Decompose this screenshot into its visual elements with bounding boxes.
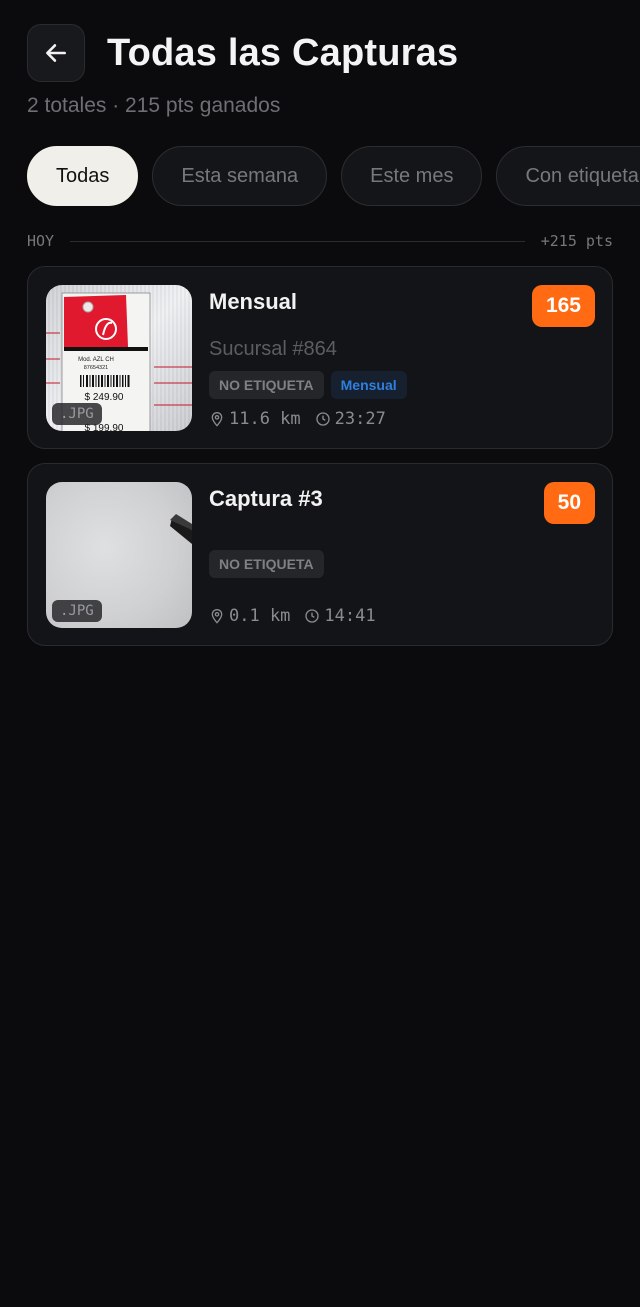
svg-text:$ 249.90: $ 249.90	[85, 392, 124, 403]
location-pin-icon	[209, 608, 225, 624]
tag-no-etiqueta: NO ETIQUETA	[209, 371, 324, 399]
filter-chip-todas[interactable]: Todas	[27, 146, 139, 206]
arrow-left-icon	[46, 44, 66, 62]
header: Todas las Capturas	[27, 24, 458, 82]
filter-chips: Todas Esta semana Este mes Con etiqueta	[27, 146, 640, 206]
section-divider	[70, 240, 525, 242]
capture-title: Mensual	[209, 289, 298, 314]
capture-distance: 0.1 km	[229, 606, 291, 626]
tag-mensual: Mensual	[330, 371, 407, 399]
points-badge: 165	[531, 285, 595, 327]
page-subtitle: 2 totales · 215 pts ganados	[27, 94, 281, 117]
capture-card[interactable]: .JPG Captura #3 50 NO ETIQUETA 0.1 km 14…	[27, 463, 613, 646]
clock-icon	[315, 411, 331, 427]
capture-thumbnail: Mod. AZL CH 87654321 $ 249.90 $ 199.90 .…	[46, 285, 192, 431]
capture-title: Captura #3	[209, 486, 323, 511]
filter-chip-esta-semana[interactable]: Esta semana	[152, 146, 328, 206]
capture-subtitle: Sucursal #864	[209, 338, 337, 360]
svg-text:Mod. AZL CH: Mod. AZL CH	[78, 357, 114, 363]
capture-time: 23:27	[334, 409, 386, 429]
file-type-badge: .JPG	[52, 403, 102, 425]
location-pin-icon	[209, 411, 225, 427]
tag-list: NO ETIQUETA	[209, 550, 324, 578]
filter-chip-con-etiqueta[interactable]: Con etiqueta	[496, 146, 640, 206]
page-title: Todas las Capturas	[107, 31, 459, 74]
capture-thumbnail: .JPG	[46, 482, 192, 628]
svg-text:87654321: 87654321	[84, 365, 108, 371]
filter-chip-este-mes[interactable]: Este mes	[341, 146, 483, 206]
section-header-hoy: HOY +215 pts	[27, 230, 613, 252]
capture-card[interactable]: Mod. AZL CH 87654321 $ 249.90 $ 199.90 .…	[27, 266, 613, 449]
file-type-badge: .JPG	[52, 600, 102, 622]
capture-meta: 11.6 km 23:27	[209, 409, 386, 429]
capture-distance: 11.6 km	[229, 409, 301, 429]
back-button[interactable]	[27, 24, 85, 82]
tag-no-etiqueta: NO ETIQUETA	[209, 550, 324, 578]
section-label: HOY	[27, 232, 55, 250]
points-badge: 50	[543, 482, 595, 524]
capture-meta: 0.1 km 14:41	[209, 606, 376, 626]
tag-list: NO ETIQUETA Mensual	[209, 371, 407, 399]
capture-time: 14:41	[324, 606, 376, 626]
clock-icon	[304, 608, 320, 624]
section-points: +215 pts	[540, 232, 613, 250]
